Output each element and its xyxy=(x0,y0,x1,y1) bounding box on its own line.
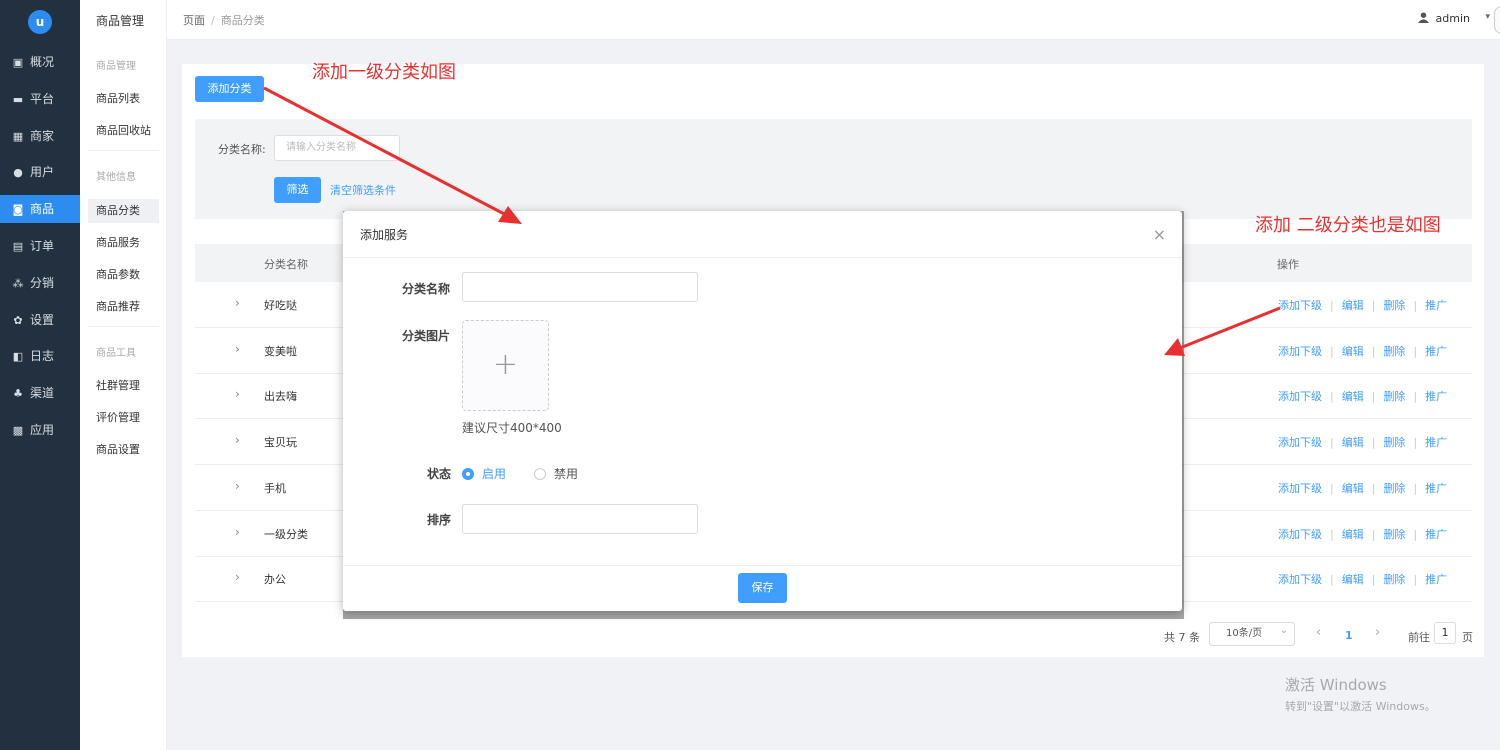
windows-watermark: 激活 Windows 转到"设置"以激活 Windows。 xyxy=(1285,674,1436,714)
watermark-line1: 激活 Windows xyxy=(1285,676,1387,694)
watermark-line2: 转到"设置"以激活 Windows。 xyxy=(1285,700,1436,713)
arrow-line-level2 xyxy=(1179,306,1281,350)
annotation-arrows xyxy=(263,86,1281,356)
arrow-head-level1 xyxy=(498,206,522,224)
arrow-line-level1 xyxy=(263,86,509,218)
